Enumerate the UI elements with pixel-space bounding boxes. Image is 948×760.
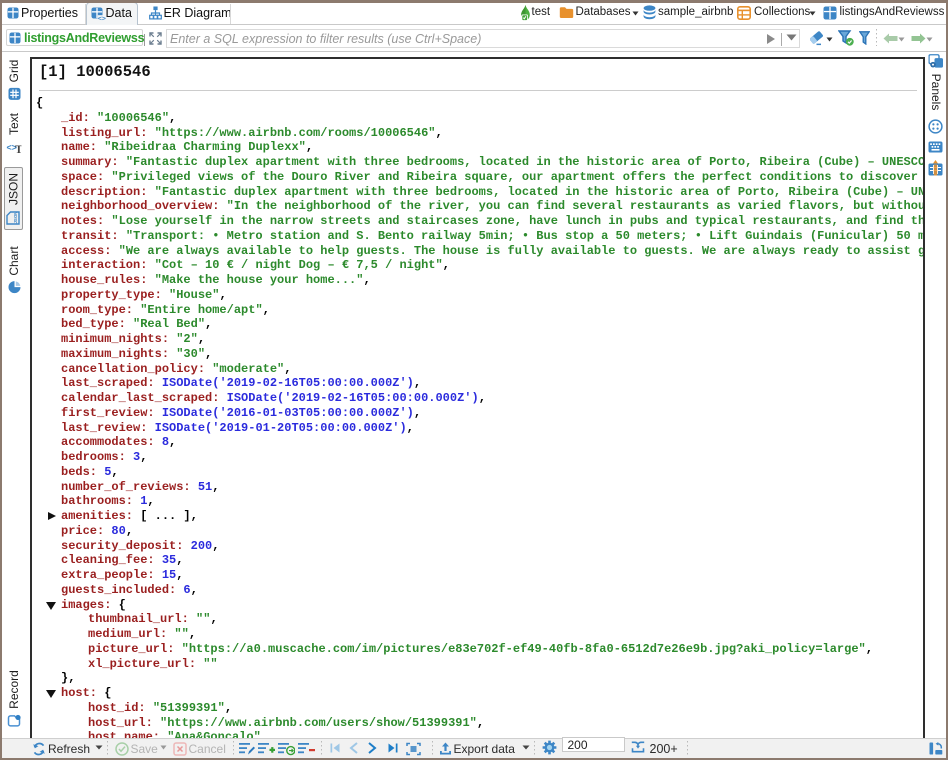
svg-text:T: T	[15, 144, 22, 155]
svg-text:<>: <>	[97, 15, 105, 20]
svg-text:JSON: JSON	[13, 211, 18, 223]
